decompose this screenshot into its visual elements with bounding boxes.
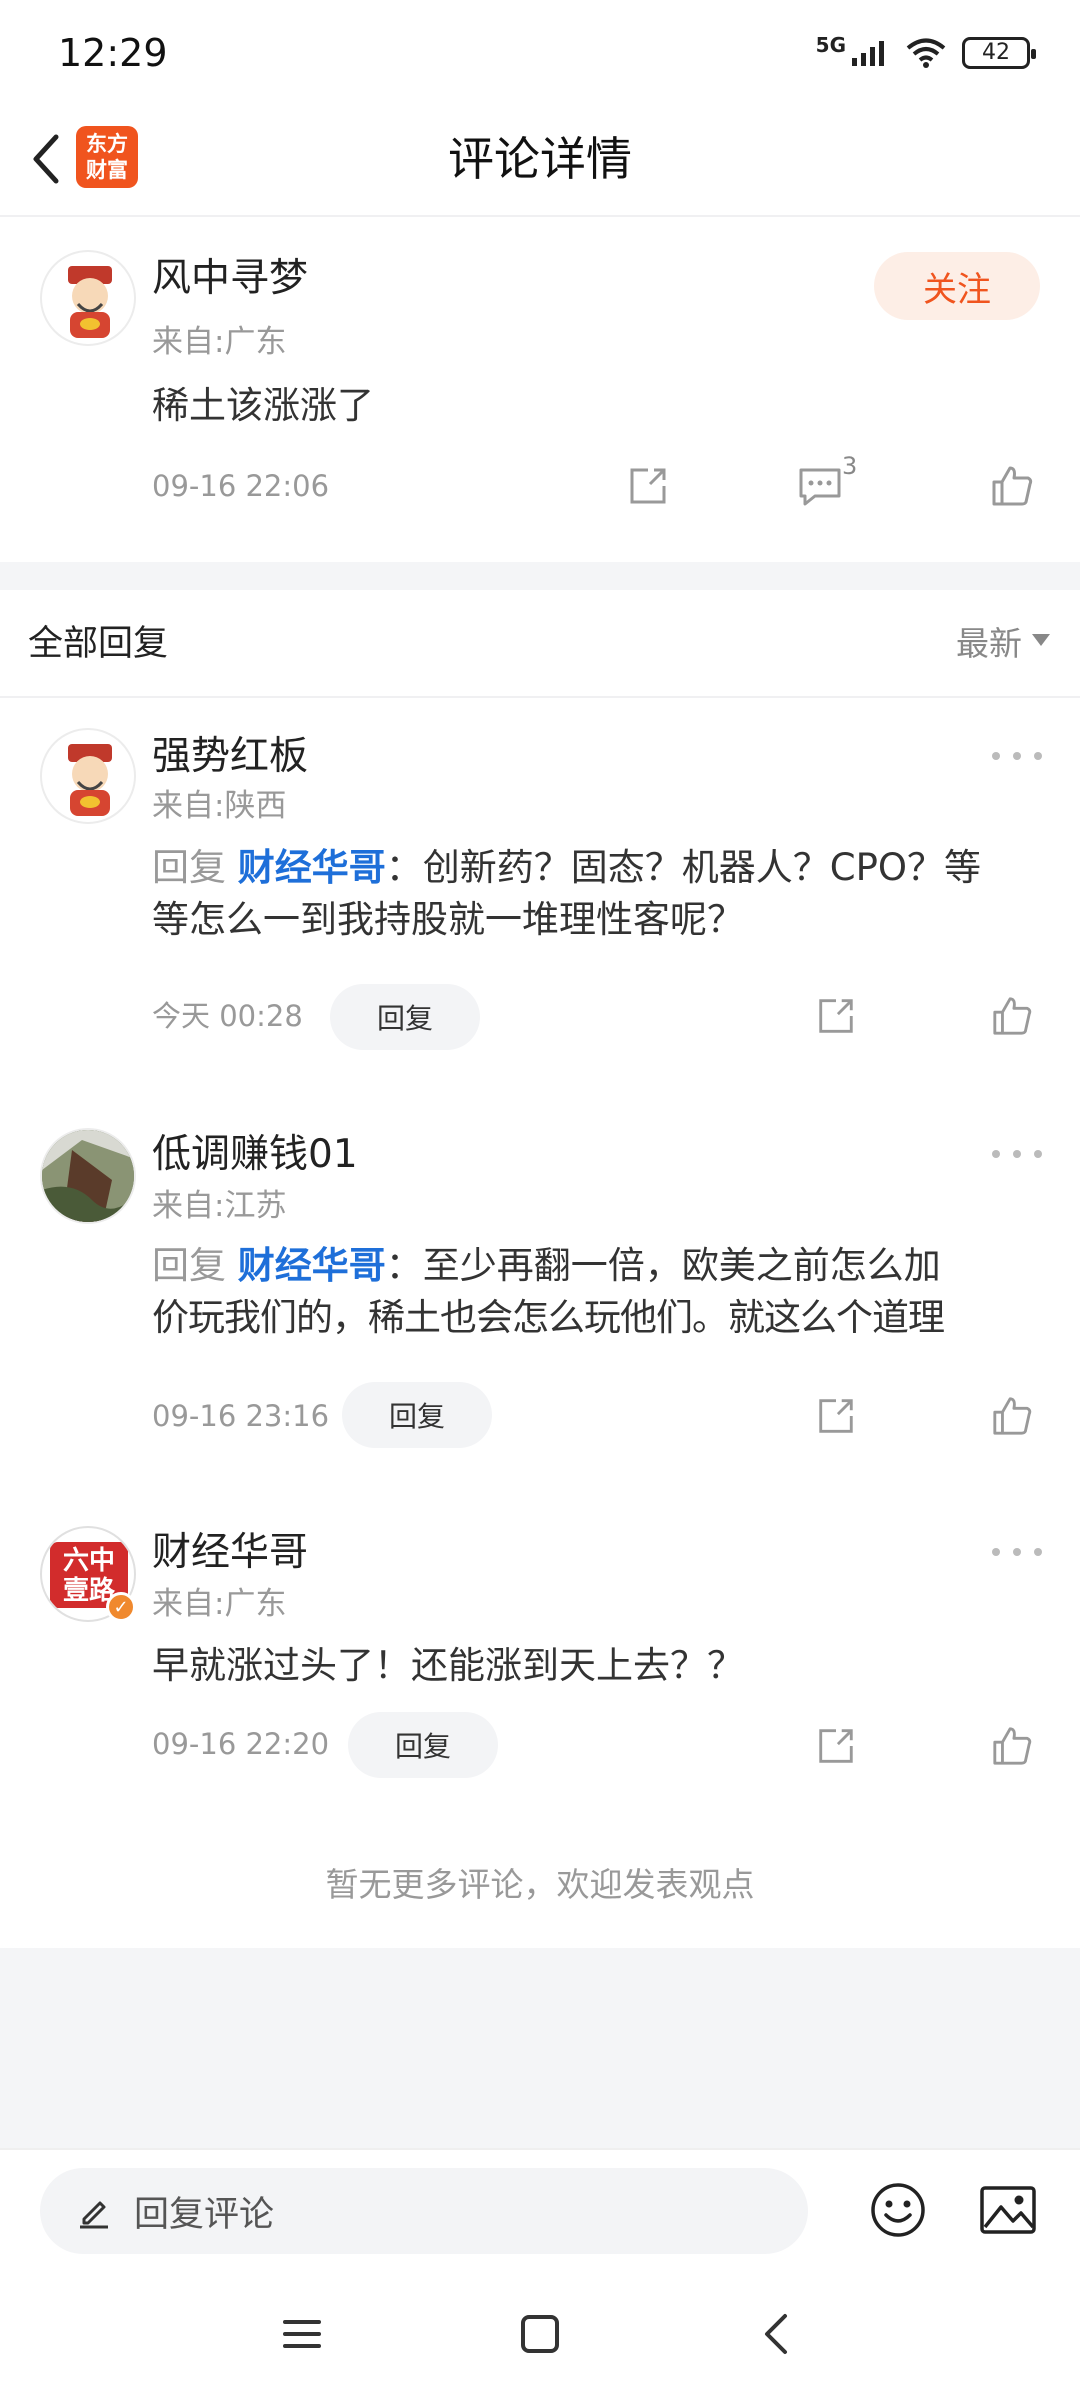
- reply-line-2: 价玩我们的，稀土也会怎么玩他们。就这么个道理: [152, 1296, 945, 1339]
- caret-down-icon: [1032, 634, 1050, 646]
- pencil-icon: [80, 2201, 108, 2229]
- share-icon: [819, 1729, 853, 1763]
- reply-location: 来自:广东: [152, 1586, 287, 1622]
- battery-indicator: 42: [962, 36, 1036, 69]
- header: 东方财富 评论详情: [0, 105, 1080, 217]
- reply-location: 来自:陕西: [152, 788, 287, 824]
- like-icon: [993, 1727, 1032, 1765]
- landscape-avatar-icon: [42, 1130, 134, 1222]
- like-button[interactable]: [982, 1716, 1042, 1776]
- reply-text: 早就涨过头了！还能涨到天上去？？: [152, 1644, 744, 1687]
- reply-line-1: ：创新药？固态？机器人？CPO？等: [385, 846, 982, 889]
- caishen-avatar-icon: [68, 744, 112, 816]
- home-button[interactable]: [510, 2304, 570, 2364]
- comment-location: 来自:广东: [152, 324, 287, 360]
- like-button[interactable]: [982, 456, 1042, 516]
- reply-button[interactable]: 回复: [348, 1712, 498, 1778]
- status-icons: 5G 42: [816, 33, 1036, 69]
- wifi-icon: [906, 38, 946, 68]
- reply-button[interactable]: 回复: [342, 1382, 492, 1448]
- image-icon: [980, 2186, 1036, 2234]
- more-icon[interactable]: [992, 746, 1042, 766]
- more-icon[interactable]: [992, 1144, 1042, 1164]
- reply-input-placeholder: 回复评论: [134, 2194, 275, 2235]
- status-time: 12:29: [58, 30, 168, 75]
- share-button[interactable]: [806, 1716, 866, 1776]
- reply-time: 09-16 23:16: [152, 1399, 330, 1433]
- home-icon: [521, 2315, 559, 2353]
- emoji-icon: [871, 2183, 925, 2237]
- like-icon: [993, 1397, 1032, 1435]
- comment-time: 09-16 22:06: [152, 469, 330, 503]
- end-of-list-note: 暂无更多评论，欢迎发表观点: [325, 1865, 755, 1904]
- share-icon: [819, 999, 853, 1033]
- back-icon: [765, 2314, 787, 2354]
- comment-author[interactable]: 风中寻梦: [152, 254, 308, 304]
- reply-text: 回复 财经华哥：至少再翻一倍，欧美之前怎么加 价玩我们的，稀土也会怎么玩他们。就…: [152, 1240, 1062, 1344]
- more-icon[interactable]: [992, 1542, 1042, 1562]
- avatar[interactable]: [40, 728, 136, 824]
- page-title: 评论详情: [448, 132, 632, 186]
- replies-header: 全部回复 最新: [0, 590, 1080, 698]
- reply-text: 回复 财经华哥：创新药？固态？机器人？CPO？等 等怎么一到我持股就一堆理性客呢…: [152, 842, 1052, 946]
- image-button[interactable]: [978, 2180, 1038, 2240]
- comment-button[interactable]: [790, 456, 850, 516]
- replies-title: 全部回复: [28, 624, 169, 664]
- mention-link[interactable]: 财经华哥: [238, 846, 386, 889]
- sort-dropdown[interactable]: 最新: [956, 620, 1022, 668]
- like-button[interactable]: [982, 986, 1042, 1046]
- caishen-avatar-icon: [68, 266, 112, 338]
- reply-author[interactable]: 低调赚钱01: [152, 1130, 358, 1180]
- avatar[interactable]: [40, 1128, 136, 1224]
- share-icon: [630, 468, 666, 504]
- reply-time: 今天 00:28: [152, 999, 303, 1033]
- reply-author[interactable]: 财经华哥: [152, 1528, 308, 1578]
- network-label: 5G: [815, 32, 846, 57]
- reply-prefix: 回复: [152, 1244, 226, 1287]
- menu-icon: [283, 2320, 321, 2348]
- share-button[interactable]: [806, 1386, 866, 1446]
- bottom-bar: 回复评论: [0, 2148, 1080, 2270]
- section-divider: [0, 562, 1080, 590]
- empty-area: [0, 1948, 1080, 2148]
- avatar[interactable]: [40, 250, 136, 346]
- reply-prefix: 回复: [152, 846, 226, 889]
- reply-input[interactable]: 回复评论: [40, 2168, 808, 2254]
- signal-icon: [852, 40, 884, 66]
- like-icon: [993, 997, 1032, 1035]
- status-bar: 12:29 5G 42: [0, 0, 1080, 105]
- share-button[interactable]: [806, 986, 866, 1046]
- share-icon: [819, 1399, 853, 1433]
- like-icon: [992, 466, 1033, 506]
- follow-button[interactable]: 关注: [874, 252, 1040, 320]
- reply-time: 09-16 22:20: [152, 1727, 330, 1761]
- verified-badge-icon: ✓: [106, 1592, 136, 1622]
- share-button[interactable]: [618, 456, 678, 516]
- mention-link[interactable]: 财经华哥: [238, 1244, 386, 1287]
- comment-count: 3: [842, 452, 858, 480]
- system-nav-bar: [0, 2270, 1080, 2400]
- reply-author[interactable]: 强势红板: [152, 732, 308, 782]
- comment-icon: [799, 468, 841, 506]
- system-back-button[interactable]: [746, 2304, 806, 2364]
- reply-line-2: 等怎么一到我持股就一堆理性客呢？: [152, 898, 744, 941]
- menu-button[interactable]: [272, 2304, 332, 2364]
- reply-line-1: ：至少再翻一倍，欧美之前怎么加: [385, 1244, 941, 1287]
- comment-text: 稀土该涨涨了: [152, 384, 374, 427]
- reply-location: 来自:江苏: [152, 1188, 287, 1224]
- emoji-button[interactable]: [868, 2180, 928, 2240]
- like-button[interactable]: [982, 1386, 1042, 1446]
- reply-button[interactable]: 回复: [330, 984, 480, 1050]
